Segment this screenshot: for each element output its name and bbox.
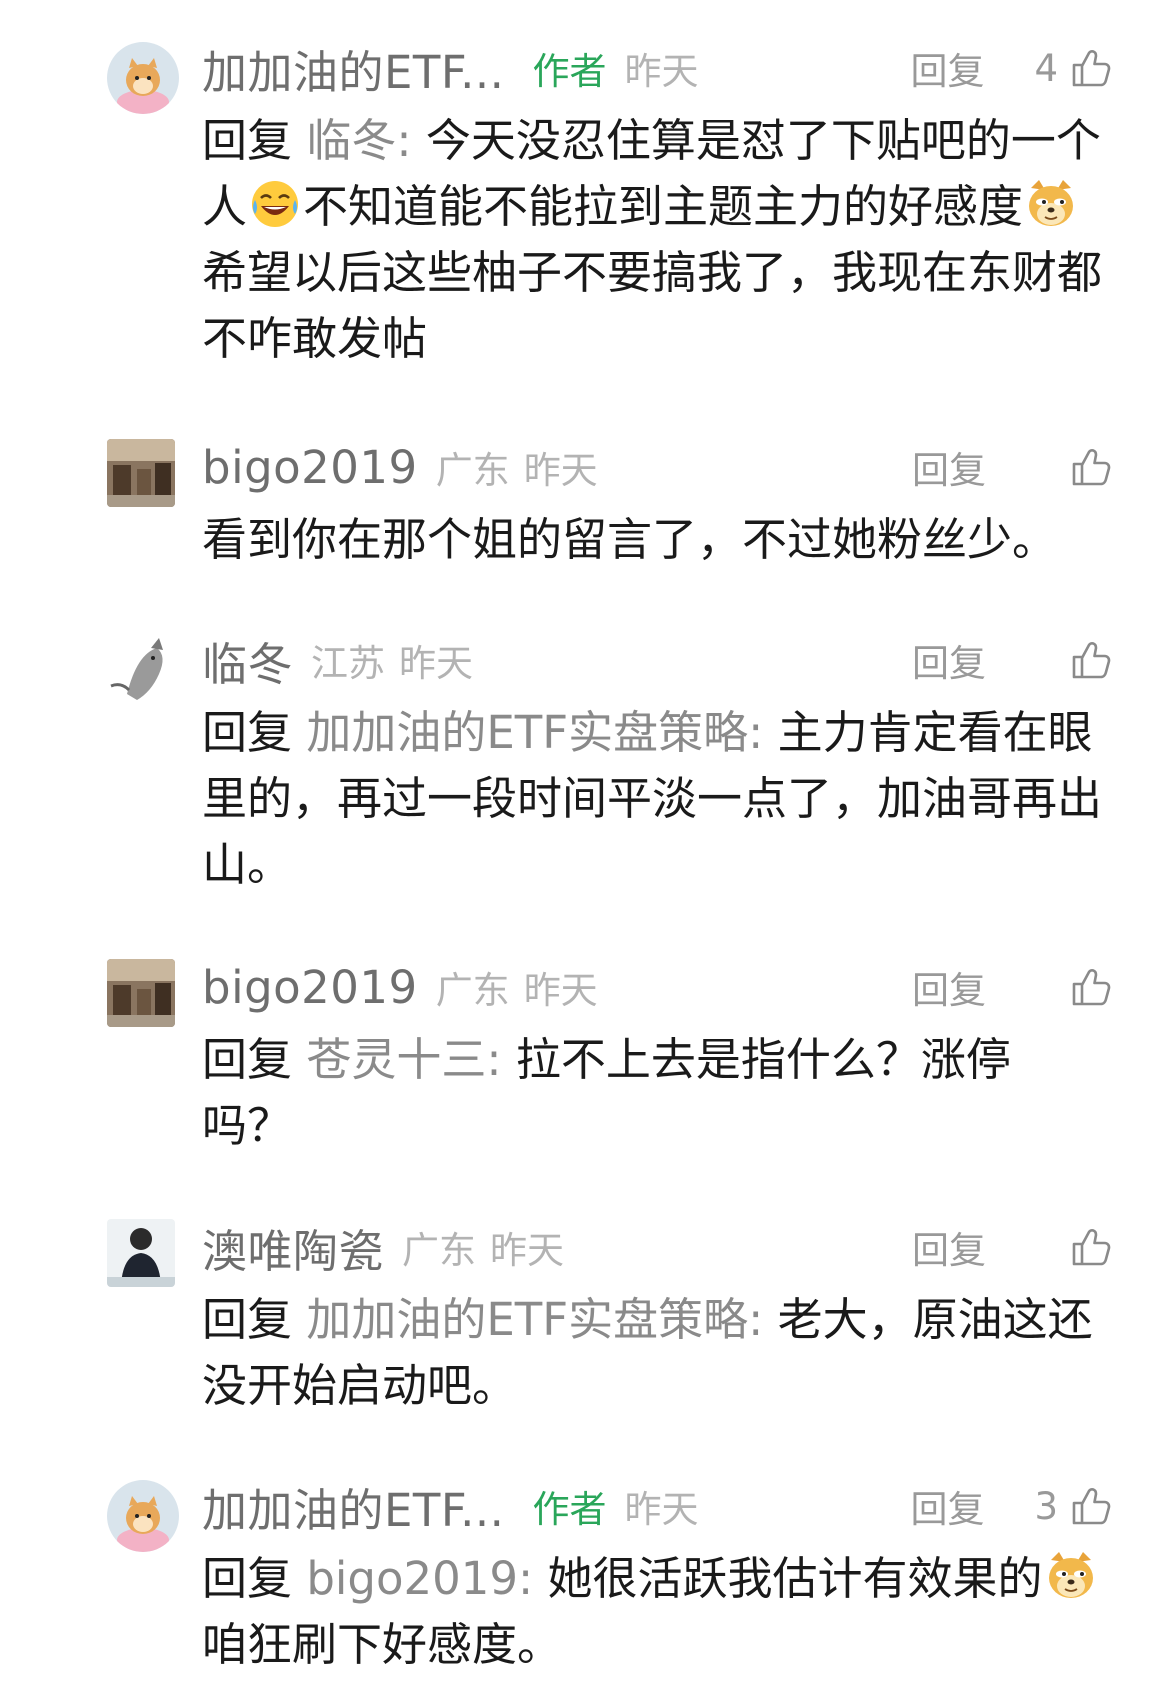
comment-actions: 回复 3	[910, 1474, 1112, 1538]
reply-button[interactable]: 回复	[912, 960, 986, 1014]
comment-body: 回复 临冬: 今天没忍住算是怼了下贴吧的一个人 不知道能不能拉到主题主力的好感度希…	[202, 108, 1112, 372]
comment-actions: 回复 4	[910, 36, 1112, 100]
laugh-cry-emoji-icon	[249, 178, 301, 230]
thumbs-up-icon[interactable]	[1070, 1226, 1112, 1268]
doge-emoji-icon	[1025, 178, 1077, 230]
comment-location: 江苏	[311, 642, 386, 685]
comment-body: 回复 苍灵十三: 拉不上去是指什么？涨停吗？	[202, 1027, 1062, 1159]
comment-time: 昨天	[523, 449, 598, 492]
avatar[interactable]	[107, 42, 179, 114]
reply-target-user[interactable]: 临冬:	[306, 114, 411, 167]
username[interactable]: 加加油的ETF...	[202, 1474, 505, 1539]
avatar[interactable]	[107, 634, 175, 702]
reply-prefix: 回复	[202, 1293, 293, 1346]
avatar[interactable]	[107, 959, 175, 1027]
reply-button[interactable]: 回复	[910, 41, 984, 95]
avatar[interactable]	[107, 1480, 179, 1552]
comment-body: 回复 加加油的ETF实盘策略: 主力肯定看在眼里的，再过一段时间平淡一点了，加油…	[202, 700, 1112, 898]
thumbs-up-icon[interactable]	[1070, 446, 1112, 488]
thumbs-up-icon[interactable]	[1070, 966, 1112, 1008]
comment-text: 看到你在那个姐的留言了，不过她粉丝少。	[202, 513, 1058, 566]
comment-time: 昨天	[399, 642, 474, 685]
comment-time: 昨天	[490, 1229, 565, 1272]
comment-text: 咱狂刷下好感度。	[202, 1618, 563, 1671]
comment-time: 昨天	[624, 50, 699, 93]
comment-body: 看到你在那个姐的留言了，不过她粉丝少。	[202, 507, 1112, 573]
username[interactable]: bigo2019	[202, 961, 418, 1014]
reply-target-user[interactable]: 加加油的ETF实盘策略:	[306, 706, 763, 759]
username[interactable]: 加加油的ETF...	[202, 36, 505, 101]
reply-target-user[interactable]: bigo2019:	[306, 1552, 533, 1605]
reply-target-user[interactable]: 苍灵十三:	[306, 1033, 501, 1086]
comment-actions: 回复	[912, 1215, 1112, 1279]
comment-text: 不知道能不能拉到主题主力的好感度	[303, 180, 1024, 233]
like-count: 3	[1034, 1484, 1058, 1528]
author-badge: 作者	[532, 50, 607, 93]
like-count: 4	[1034, 46, 1058, 90]
comment-actions: 回复	[912, 435, 1112, 499]
username[interactable]: 澳唯陶瓷	[202, 1215, 384, 1280]
comment-time: 昨天	[624, 1488, 699, 1531]
thumbs-up-icon[interactable]	[1070, 1485, 1112, 1527]
reply-target-user[interactable]: 加加油的ETF实盘策略:	[306, 1293, 763, 1346]
comment-text: 她很活跃我估计有效果的	[547, 1552, 1043, 1605]
reply-prefix: 回复	[202, 706, 293, 759]
username[interactable]: bigo2019	[202, 441, 418, 494]
reply-prefix: 回复	[202, 114, 293, 167]
thumbs-up-icon[interactable]	[1070, 47, 1112, 89]
comment-actions: 回复	[912, 628, 1112, 692]
avatar[interactable]	[107, 1219, 175, 1287]
reply-button[interactable]: 回复	[912, 1220, 986, 1274]
comment-location: 广东	[402, 1229, 477, 1272]
comment-text: 希望以后这些柚子不要搞我了，我现在东财都不咋敢发帖	[202, 246, 1103, 365]
comment-time: 昨天	[523, 969, 598, 1012]
author-badge: 作者	[532, 1488, 607, 1531]
comment-body: 回复 加加油的ETF实盘策略: 老大，原油这还没开始启动吧。	[202, 1287, 1112, 1419]
reply-prefix: 回复	[202, 1033, 293, 1086]
comment-actions: 回复	[912, 955, 1112, 1019]
comment-location: 广东	[435, 449, 510, 492]
avatar[interactable]	[107, 439, 175, 507]
reply-button[interactable]: 回复	[910, 1479, 984, 1533]
comment-body: 回复 bigo2019: 她很活跃我估计有效果的咱狂刷下好感度。	[202, 1546, 1112, 1678]
reply-prefix: 回复	[202, 1552, 293, 1605]
comment-location: 广东	[435, 969, 510, 1012]
reply-button[interactable]: 回复	[912, 633, 986, 687]
reply-button[interactable]: 回复	[912, 440, 986, 494]
thumbs-up-icon[interactable]	[1070, 639, 1112, 681]
doge-emoji-icon	[1045, 1550, 1097, 1602]
username[interactable]: 临冬	[202, 628, 293, 693]
